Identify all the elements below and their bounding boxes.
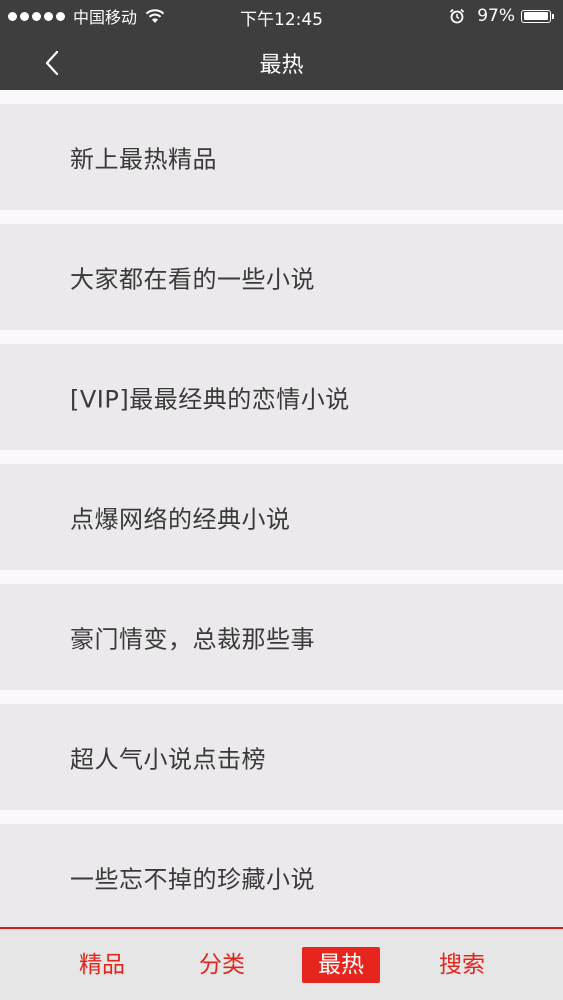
list-item-classic-web[interactable]: 点爆网络的经典小说 bbox=[0, 464, 563, 570]
list-item-vip-romance[interactable]: [VIP]最最经典的恋情小说 bbox=[0, 344, 563, 450]
header: 中国移动 下午12:45 97% 最热 bbox=[0, 0, 563, 90]
list-item-label: 豪门情变，总裁那些事 bbox=[70, 625, 315, 654]
tab-hot[interactable]: 最热 bbox=[302, 947, 380, 983]
list-item-new-hot[interactable]: 新上最热精品 bbox=[0, 104, 563, 210]
list-item-popular-chart[interactable]: 超人气小说点击榜 bbox=[0, 704, 563, 810]
battery-level-fill bbox=[523, 12, 548, 20]
nav-bar: 最热 bbox=[0, 32, 563, 90]
category-list[interactable]: 新上最热精品 大家都在看的一些小说 [VIP]最最经典的恋情小说 点爆网络的经典… bbox=[0, 90, 563, 927]
list-item-label: [VIP]最最经典的恋情小说 bbox=[70, 385, 350, 414]
list-item-label: 点爆网络的经典小说 bbox=[70, 505, 291, 534]
page-title: 最热 bbox=[259, 53, 304, 78]
tab-bar: 精品 分类 最热 搜索 bbox=[0, 927, 563, 1000]
status-right: 97% bbox=[449, 5, 554, 27]
battery-icon bbox=[521, 9, 554, 23]
list-item-label: 一些忘不掉的珍藏小说 bbox=[70, 865, 315, 894]
list-item-ceo-stories[interactable]: 豪门情变，总裁那些事 bbox=[0, 584, 563, 690]
tab-search[interactable]: 搜索 bbox=[428, 947, 496, 983]
list-item-treasured[interactable]: 一些忘不掉的珍藏小说 bbox=[0, 824, 563, 927]
list-item-label: 新上最热精品 bbox=[70, 145, 217, 174]
list-item-everyone-reading[interactable]: 大家都在看的一些小说 bbox=[0, 224, 563, 330]
battery-percent: 97% bbox=[477, 6, 515, 26]
alarm-clock-icon bbox=[450, 8, 465, 24]
list-item-label: 大家都在看的一些小说 bbox=[70, 265, 315, 294]
tab-featured[interactable]: 精品 bbox=[68, 947, 136, 983]
list-item-label: 超人气小说点击榜 bbox=[70, 745, 266, 774]
app-screen: 中国移动 下午12:45 97% 最热 新上最热精品 大家都在看的一些小说 [V… bbox=[0, 0, 563, 1000]
status-bar: 中国移动 下午12:45 97% bbox=[0, 0, 563, 32]
tab-categories[interactable]: 分类 bbox=[188, 947, 256, 983]
